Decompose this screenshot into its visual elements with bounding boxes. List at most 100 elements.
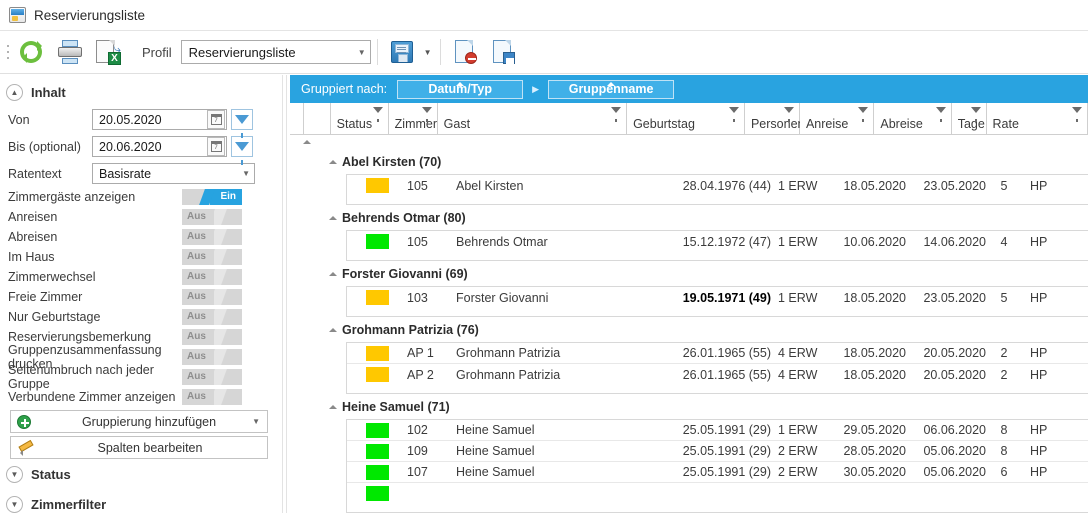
section-inhalt-header[interactable]: ▲ Inhalt [0,79,282,106]
column-header-label: Status [336,117,373,131]
column-header-status[interactable]: Status [330,103,389,135]
group-header[interactable]: Abel Kirsten (70) [290,149,1088,174]
cell-geburtstag: 25.05.1991 (29) [682,444,771,458]
table-row[interactable]: 103 Forster Giovanni 19.05.1971 (49) 1 ERW 1… [347,287,1088,308]
toggle-switch[interactable]: Aus [182,209,242,225]
toggle-label: Anreisen [8,210,58,224]
column-header-gast[interactable]: Gast [437,103,628,135]
group-header[interactable]: Heine Samuel (71) [290,394,1088,419]
group: Behrends Otmar (80) 105 Behrends Otmar 15.1… [290,205,1088,261]
print-button[interactable] [52,35,88,69]
cell-zimmer: 102 [407,423,428,437]
column-header-tage[interactable]: Tage [951,103,987,135]
root-expander[interactable] [290,135,1088,149]
calendar-icon[interactable]: 7 [207,110,225,129]
cell-tage: 2 [1000,346,1008,360]
cell-abreise: 20.05.2020 [923,367,986,382]
table-row[interactable]: 107 Heine Samuel 25.05.1991 (29) 2 ERW 30.05… [347,462,1088,483]
group-header[interactable]: Grohmann Patrizia (76) [290,317,1088,342]
refresh-icon [19,40,45,64]
group-title: Heine Samuel (71) [342,399,450,414]
table-row[interactable]: AP 2 Grohmann Patrizia 26.01.1965 (55) 4 ER… [347,364,1088,385]
save-profile-button[interactable] [384,35,420,69]
toggle-switch[interactable]: Aus [182,389,242,405]
toggle-switch[interactable]: Aus [182,229,242,245]
cell-personen: 1 ERW [778,178,818,193]
status-color-swatch [365,290,389,305]
toggle-switch[interactable]: Aus [182,269,242,285]
field-von-input[interactable]: 20.05.2020 7 [92,109,227,130]
column-header-zimmer[interactable]: Zimmer [388,103,438,135]
save-dropdown-arrow[interactable]: ▼ [422,48,434,57]
group-header[interactable]: Forster Giovanni (69) [290,261,1088,286]
table-row[interactable]: 105 Behrends Otmar 15.12.1972 (47) 1 ERW 10.… [347,231,1088,252]
group-padding [346,504,1088,513]
toolbar-grip[interactable] [4,41,12,63]
filter-icon[interactable] [611,107,622,122]
section-status-header[interactable]: ▼ Status [0,459,282,489]
edit-columns-button[interactable]: Spalten bearbeiten [10,436,268,459]
toggle-row: Freie Zimmer Aus [0,287,282,307]
filter-icon[interactable] [935,107,946,122]
cell-gast: Heine Samuel [456,423,535,437]
toggle-label: Zimmerwechsel [8,270,96,284]
group-collapse-icon[interactable] [329,405,337,409]
filter-von-button[interactable] [231,109,253,138]
toggle-switch[interactable]: Aus [182,289,242,305]
column-header-geburtstag[interactable]: Geburtstag [627,103,745,135]
save-as-profile-button[interactable] [485,35,521,69]
cell-rate: HP [1030,346,1048,360]
group-body: 102 Heine Samuel 25.05.1991 (29) 1 ERW 29.05… [346,419,1088,504]
toggle-switch[interactable]: Ein [182,189,242,205]
table-row[interactable]: 109 Heine Samuel 25.05.1991 (29) 2 ERW 28.05… [347,441,1088,462]
cell-rate: HP [1030,178,1048,193]
toggle-switch[interactable]: Aus [182,369,242,385]
refresh-button[interactable] [14,35,50,69]
section-zimmerfilter-header[interactable]: ▼ Zimmerfilter [0,489,282,513]
cell-anreise: 28.05.2020 [843,444,906,458]
toggle-switch[interactable]: Aus [182,329,242,345]
group-collapse-icon[interactable] [329,328,337,332]
filter-icon[interactable] [970,107,981,122]
filter-icon[interactable] [783,107,794,122]
ratentext-select[interactable]: Basisrate ▼ [92,163,255,184]
table-row[interactable]: 105 Abel Kirsten 28.04.1976 (44) 1 ERW 18.05… [347,175,1088,196]
cell-status [347,464,407,480]
group-chip[interactable]: Gruppenname [548,79,675,99]
group: Heine Samuel (71) 102 Heine Samuel 25.05.19… [290,394,1088,513]
column-header-personen[interactable]: Personen [744,103,804,135]
group-body: 105 Abel Kirsten 28.04.1976 (44) 1 ERW 18.05… [346,174,1088,196]
toggle-switch[interactable]: Aus [182,249,242,265]
group-chip[interactable]: Datum/Typ [397,79,524,99]
filter-bis-button[interactable] [231,136,253,165]
group-collapse-icon[interactable] [329,160,337,164]
filter-icon[interactable] [728,107,739,122]
table-row[interactable] [347,483,1088,504]
group-collapse-icon[interactable] [329,216,337,220]
filter-icon[interactable] [372,107,383,122]
filter-icon[interactable] [421,107,432,122]
group-title: Behrends Otmar (80) [342,210,466,225]
column-header-label: Abreise [880,117,923,131]
status-color-swatch [365,178,389,193]
column-header-abreise[interactable]: Abreise [874,103,952,135]
column-header-anreise[interactable]: Anreise [799,103,875,135]
calendar-icon[interactable]: 7 [207,137,225,156]
toggle-switch[interactable]: Aus [182,349,242,365]
toggle-switch[interactable]: Aus [182,309,242,325]
delete-profile-button[interactable] [447,35,483,69]
group-collapse-icon[interactable] [329,272,337,276]
profil-select[interactable]: Reservierungsliste ▼ [180,40,371,64]
field-bis-input[interactable]: 20.06.2020 7 [92,136,227,157]
sidebar-splitter[interactable] [282,75,290,513]
table-row[interactable]: 102 Heine Samuel 25.05.1991 (29) 1 ERW 29.05… [347,420,1088,441]
cell-anreise: 18.05.2020 [843,290,906,305]
group-header[interactable]: Behrends Otmar (80) [290,205,1088,230]
filter-icon[interactable] [858,107,869,122]
table-row[interactable]: AP 1 Grohmann Patrizia 26.01.1965 (55) 4 ER… [347,343,1088,364]
filter-icon[interactable] [1072,107,1083,122]
cell-geburtstag: 25.05.1991 (29) [682,423,771,437]
column-header-rate[interactable]: Rate [986,103,1088,135]
add-grouping-button[interactable]: Gruppierung hinzufügen ▼ [10,410,268,433]
export-excel-button[interactable]: ⤷ X [90,35,126,69]
